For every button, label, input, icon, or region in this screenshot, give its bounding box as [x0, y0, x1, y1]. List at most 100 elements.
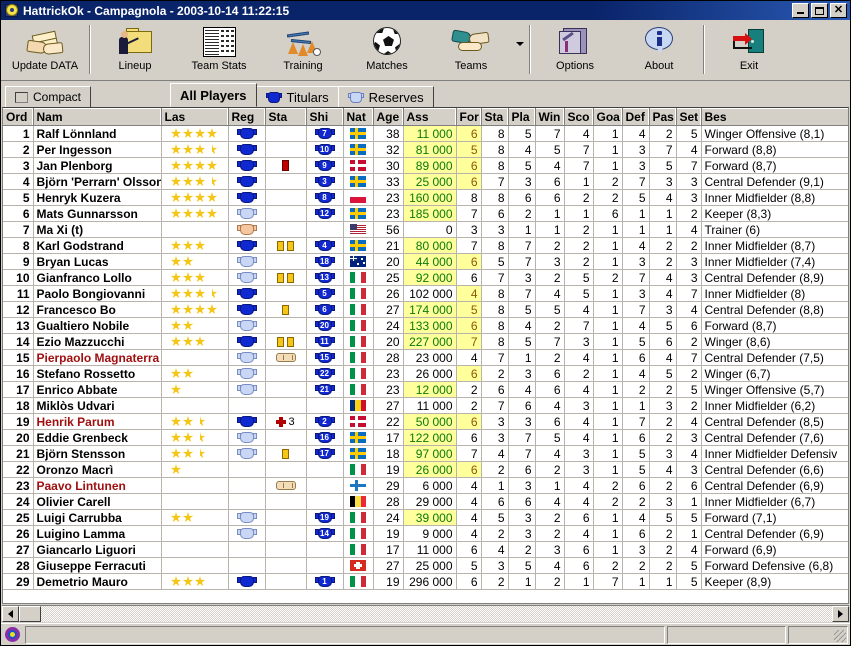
tab-compact[interactable]: Compact — [5, 86, 92, 107]
cell-player-name[interactable]: Jan Plenborg — [33, 157, 162, 174]
table-row[interactable]: 26 Luigino Lamma 14 19 9 000 4 2 3 2 4 1 6 2 1 Central… — [3, 525, 848, 542]
table-row[interactable]: 8 Karl Godstrand 4 21 80 000 7 8 7 2 2 1 4 2 2 Inner M… — [3, 237, 848, 254]
cell-player-name[interactable]: Per Ingesson — [33, 141, 162, 158]
cell-player-name[interactable]: Pierpaolo Magnaterra — [33, 349, 162, 366]
table-row[interactable]: 2 Per Ingesson 10 32 81 000 5 8 4 5 7 1 3 7 4 Forward … — [3, 141, 848, 158]
players-grid-container[interactable]: Ord Nam Las Reg Sta Shi Nat Age Ass For … — [2, 107, 849, 604]
col-header-ord[interactable]: Ord — [3, 108, 34, 126]
cell-player-name[interactable]: Henryk Kuzera — [33, 189, 162, 206]
col-header-pla[interactable]: Pla — [508, 108, 536, 126]
cell-player-name[interactable]: Paolo Bongiovanni — [33, 285, 162, 302]
cell-player-name[interactable]: Karl Godstrand — [33, 237, 162, 254]
cell-player-name[interactable]: Enrico Abbate — [33, 381, 162, 398]
col-header-pas[interactable]: Pas — [649, 108, 677, 126]
table-row[interactable]: 29 Demetrio Mauro 1 19 296 000 6 2 1 2 1 7 1 1 5 Keepe… — [3, 573, 848, 590]
cell-player-name[interactable]: Ralf Lönnland — [33, 125, 162, 142]
toolbar-button-about[interactable]: About — [617, 22, 701, 80]
table-row[interactable]: 22 Oronzo Macrì 19 26 000 6 2 6 2 3 1 5 4 3 Central D… — [3, 461, 848, 478]
table-row[interactable]: 24 Olivier Carell 28 29 000 4 6 6 4 4 2 2 3 1 Inner M… — [3, 493, 848, 510]
cell-player-name[interactable]: Luigi Carrubba — [33, 509, 162, 526]
table-row[interactable]: 6 Mats Gunnarsson 12 23 185 000 7 6 2 1 1 6 1 1 2 Keep… — [3, 205, 848, 222]
table-row[interactable]: 18 Miklòs Udvari 27 11 000 2 7 6 4 3 1 1 3 2 Inner Mi… — [3, 397, 848, 414]
table-row[interactable]: 27 Giancarlo Liguori 17 11 000 6 4 2 3 6 1 3 2 4 Forw… — [3, 541, 848, 558]
table-row[interactable]: 4 Björn 'Perrarn' Olsson 3 33 25 000 6 7 3 6 1 2 7 3… — [3, 173, 848, 190]
tab-titulars[interactable]: Titulars — [255, 86, 339, 107]
cell-player-name[interactable]: Gualtiero Nobile — [33, 317, 162, 334]
toolbar-button-team-stats[interactable]: Team Stats — [177, 22, 261, 80]
scroll-right-button[interactable] — [832, 606, 849, 622]
cell-player-name[interactable]: Oronzo Macrì — [33, 461, 162, 478]
teams-dropdown-arrow[interactable] — [513, 22, 527, 80]
col-header-sta[interactable]: Sta — [265, 108, 307, 126]
horizontal-scrollbar[interactable] — [2, 605, 849, 622]
col-header-nam[interactable]: Nam — [33, 108, 162, 126]
toolbar-button-training[interactable]: Training — [261, 22, 345, 80]
col-header-las[interactable]: Las — [161, 108, 229, 126]
table-row[interactable]: 10 Gianfranco Lollo 13 25 92 000 6 7 3 2 5 2 7 4 3 Cen… — [3, 269, 848, 286]
scrollbar-thumb[interactable] — [19, 606, 41, 622]
cell-player-name[interactable]: Mats Gunnarsson — [33, 205, 162, 222]
col-header-sta2[interactable]: Sta — [481, 108, 509, 126]
table-row[interactable]: 3 Jan Plenborg 9 30 89 000 6 8 5 4 7 1 3 5 7 Forward (… — [3, 157, 848, 174]
table-row[interactable]: 5 Henryk Kuzera 8 23 160 000 8 8 6 6 2 2 5 4 3 Inner M… — [3, 189, 848, 206]
toolbar-button-options[interactable]: Options — [533, 22, 617, 80]
tab-all-players[interactable]: All Players — [170, 83, 257, 107]
cell-player-name[interactable]: Giancarlo Liguori — [33, 541, 162, 558]
col-header-bes[interactable]: Bes — [701, 108, 848, 126]
cell-player-name[interactable]: Demetrio Mauro — [33, 573, 162, 590]
cell-player-name[interactable]: Ezio Mazzucchi — [33, 333, 162, 350]
table-row[interactable]: 21 Björn Stensson 17 18 97 000 7 4 7 4 3 1 5 3 4 Inner… — [3, 445, 848, 462]
cell-player-name[interactable]: Henrik Parum — [33, 413, 162, 430]
col-header-sco[interactable]: Sco — [564, 108, 594, 126]
table-row[interactable]: 19 Henrik Parum 3 2 22 50 000 6 3 3 6 4 1 7 2 4 Central… — [3, 413, 848, 430]
table-row[interactable]: 14 Ezio Mazzucchi 11 20 227 000 7 8 5 7 3 1 5 6 2 Wing… — [3, 333, 848, 350]
col-header-ass[interactable]: Ass — [403, 108, 457, 126]
scrollbar-track[interactable] — [19, 606, 832, 622]
table-row[interactable]: 11 Paolo Bongiovanni 5 26 102 000 4 8 7 4 5 1 3 4 7 In… — [3, 285, 848, 302]
cell-player-name[interactable]: Björn Stensson — [33, 445, 162, 462]
col-header-for[interactable]: For — [456, 108, 482, 126]
cell-player-name[interactable]: Gianfranco Lollo — [33, 269, 162, 286]
cell-player-name[interactable]: Francesco Bo — [33, 301, 162, 318]
cell-player-name[interactable]: Paavo Lintunen — [33, 477, 162, 494]
table-row[interactable]: 13 Gualtiero Nobile 20 24 133 000 6 8 4 2 7 1 4 5 6 Fo… — [3, 317, 848, 334]
table-row[interactable]: 7 Ma Xi (t) 56 0 3 3 1 1 2 1 1 1 4 Trainer (6) — [3, 221, 848, 238]
table-row[interactable]: 25 Luigi Carrubba 19 24 39 000 4 5 3 2 6 1 4 5 5 Forwa… — [3, 509, 848, 526]
maximize-button[interactable] — [811, 3, 828, 18]
cell-player-name[interactable]: Miklòs Udvari — [33, 397, 162, 414]
toolbar-button-lineup[interactable]: Lineup — [93, 22, 177, 80]
table-row[interactable]: 20 Eddie Grenbeck 16 17 122 000 6 3 7 5 4 1 6 2 3 Cent… — [3, 429, 848, 446]
scroll-left-button[interactable] — [2, 606, 19, 622]
col-header-nat[interactable]: Nat — [343, 108, 374, 126]
cell-player-name[interactable]: Giuseppe Ferracuti — [33, 557, 162, 574]
col-header-def[interactable]: Def — [622, 108, 650, 126]
table-row[interactable]: 15 Pierpaolo Magnaterra 15 28 23 000 4 7 1 2 4 1 6 4… — [3, 349, 848, 366]
col-header-set[interactable]: Set — [676, 108, 702, 126]
cell-player-name[interactable]: Luigino Lamma — [33, 525, 162, 542]
tab-reserves[interactable]: Reserves — [337, 86, 434, 107]
cell-player-name[interactable]: Björn 'Perrarn' Olsson — [33, 173, 162, 190]
toolbar-button-teams[interactable]: Teams — [429, 22, 513, 80]
col-header-win[interactable]: Win — [535, 108, 565, 126]
table-row[interactable]: 9 Bryan Lucas 18 20 44 000 6 5 7 3 2 1 3 2 3 Inner Mid… — [3, 253, 848, 270]
cell-player-name[interactable]: Ma Xi (t) — [33, 221, 162, 238]
table-row[interactable]: 23 Paavo Lintunen 29 6 000 4 1 3 1 4 2 6 2 6 Central … — [3, 477, 848, 494]
cell-player-name[interactable]: Olivier Carell — [33, 493, 162, 510]
table-row[interactable]: 28 Giuseppe Ferracuti 27 25 000 5 3 5 4 6 2 2 2 5 For… — [3, 557, 848, 574]
col-header-shi[interactable]: Shi — [306, 108, 344, 126]
cell-player-name[interactable]: Eddie Grenbeck — [33, 429, 162, 446]
table-row[interactable]: 16 Stefano Rossetto 22 23 26 000 6 2 3 6 2 1 4 5 2 Win… — [3, 365, 848, 382]
col-header-age[interactable]: Age — [373, 108, 404, 126]
cell-player-name[interactable]: Stefano Rossetto — [33, 365, 162, 382]
toolbar-button-matches[interactable]: Matches — [345, 22, 429, 80]
cell-player-name[interactable]: Bryan Lucas — [33, 253, 162, 270]
col-header-goa[interactable]: Goa — [593, 108, 623, 126]
table-row[interactable]: 17 Enrico Abbate 21 23 12 000 2 6 4 6 4 1 2 2 5 Winger… — [3, 381, 848, 398]
table-row[interactable]: 1 Ralf Lönnland 7 38 11 000 6 8 5 7 4 1 4 2 5 Winger O… — [3, 125, 848, 142]
toolbar-button-update-data[interactable]: Update DATA — [3, 22, 87, 80]
table-row[interactable]: 12 Francesco Bo 6 27 174 000 5 8 5 5 4 1 7 3 4 Central… — [3, 301, 848, 318]
minimize-button[interactable] — [792, 3, 809, 18]
toolbar-button-exit[interactable]: Exit — [707, 22, 791, 80]
col-header-reg[interactable]: Reg — [228, 108, 266, 126]
close-button[interactable]: ✕ — [830, 3, 847, 18]
